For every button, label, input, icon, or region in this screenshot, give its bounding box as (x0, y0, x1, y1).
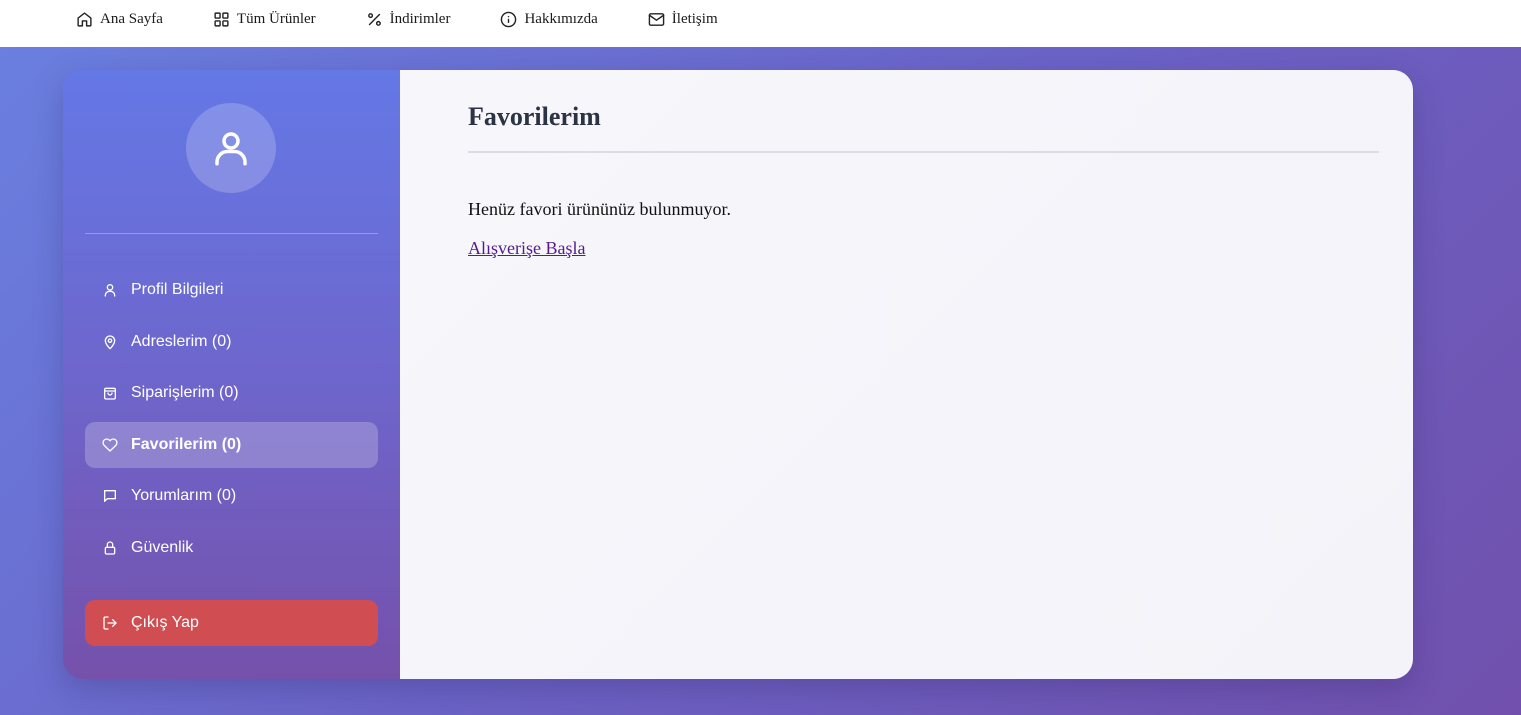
sidebar-item-label: Yorumlarım (0) (131, 487, 237, 505)
nav-contact-label: İletişim (671, 10, 718, 27)
sidebar-menu: Profil Bilgileri Adreslerim (0) Siparişl… (85, 267, 378, 577)
percent-icon (367, 12, 381, 26)
nav-contact[interactable]: İletişim (648, 9, 718, 29)
account-card: Profil Bilgileri Adreslerim (0) Siparişl… (63, 70, 1413, 679)
message-icon (104, 490, 116, 503)
logout-icon (103, 616, 117, 630)
user-icon (215, 132, 247, 166)
sidebar-item-security[interactable]: Güvenlik (85, 525, 378, 571)
nav-discounts-label: İndirimler (389, 10, 451, 27)
sidebar-item-label: Adreslerim (0) (131, 332, 232, 350)
sidebar-item-label: Favorilerim (0) (131, 435, 242, 453)
top-navigation: Ana Sayfa Tüm Ürünler İndirimler Hakkımı… (0, 0, 1521, 47)
user-icon (104, 284, 116, 297)
logout-label: Çıkış Yap (131, 614, 199, 631)
map-pin-icon (104, 334, 116, 349)
lock-icon (104, 541, 116, 555)
sidebar-item-favorites[interactable]: Favorilerim (0) (85, 421, 378, 468)
sidebar-item-label: Siparişlerim (0) (131, 384, 239, 402)
heart-icon (102, 438, 118, 452)
shopping-bag-icon (104, 387, 116, 400)
nav-about-label: Hakkımızda (524, 10, 598, 27)
mail-icon (648, 12, 665, 26)
page-title: Favorilerim (468, 102, 601, 131)
account-sidebar: Profil Bilgileri Adreslerim (0) Siparişl… (63, 70, 400, 679)
nav-home[interactable]: Ana Sayfa (76, 9, 163, 29)
sidebar-item-addresses[interactable]: Adreslerim (0) (85, 319, 378, 365)
sidebar-item-orders[interactable]: Siparişlerim (0) (85, 370, 378, 416)
sidebar-item-profile[interactable]: Profil Bilgileri (85, 267, 378, 313)
nav-all-products-label: Tüm Ürünler (236, 10, 316, 27)
favorites-panel: Favorilerim Henüz favori ürününüz bulunm… (400, 70, 1413, 679)
nav-home-label: Ana Sayfa (100, 10, 163, 27)
grid-icon (214, 11, 229, 27)
nav-discounts[interactable]: İndirimler (366, 9, 451, 29)
home-icon (77, 11, 92, 27)
nav-about[interactable]: Hakkımızda (500, 9, 598, 29)
sidebar-item-label: Güvenlik (131, 538, 194, 556)
nav-all-products[interactable]: Tüm Ürünler (213, 9, 316, 29)
logout-button[interactable]: Çıkış Yap (85, 600, 378, 646)
avatar (186, 103, 276, 193)
start-shopping-link[interactable]: Alışverişe Başla (468, 238, 585, 259)
info-icon (501, 11, 517, 27)
sidebar-item-label: Profil Bilgileri (131, 281, 224, 298)
empty-state-message: Henüz favori ürününüz bulunmuyor. (468, 199, 731, 219)
sidebar-divider (85, 233, 378, 234)
title-divider (468, 151, 1379, 153)
sidebar-item-reviews[interactable]: Yorumlarım (0) (85, 473, 378, 519)
